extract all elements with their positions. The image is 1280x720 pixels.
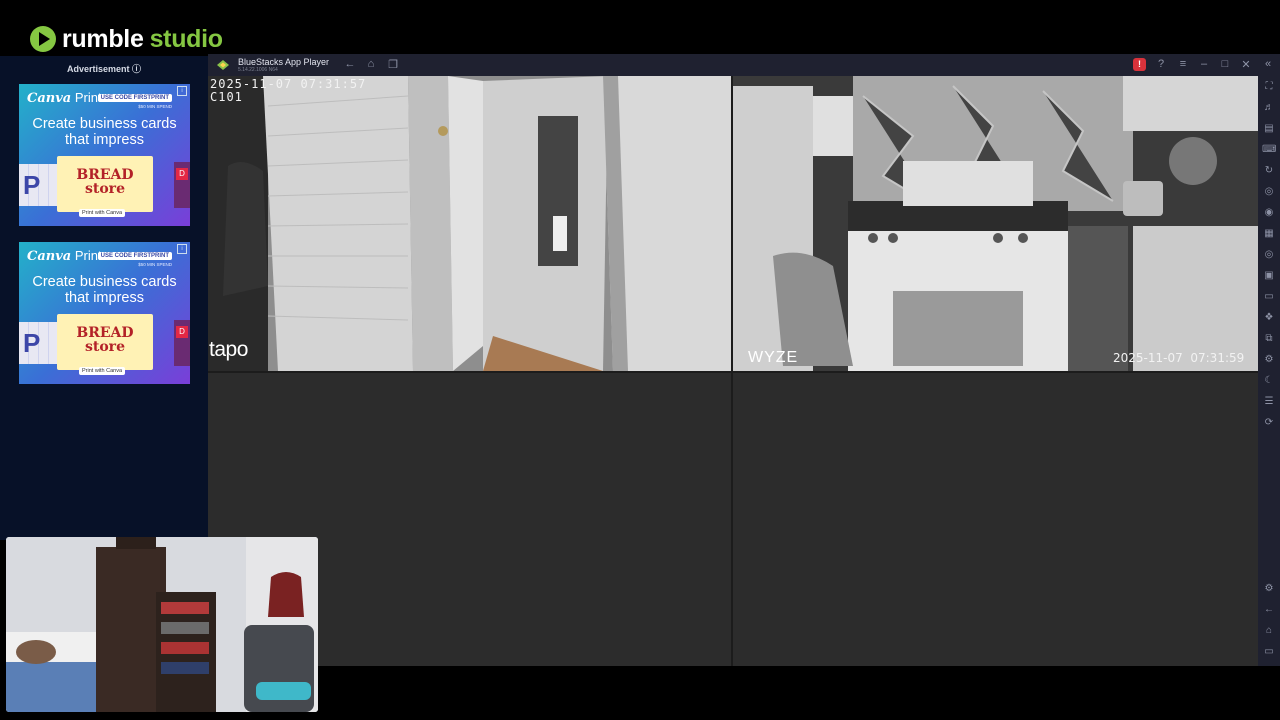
maximize-icon[interactable]: □ [1218, 58, 1232, 70]
ad-cta-button[interactable]: Print with Canva [79, 367, 126, 375]
ad-info-icon[interactable]: i [177, 244, 187, 254]
collapse-sidebar-icon[interactable]: « [1261, 58, 1275, 70]
camera-feed-1[interactable]: 2025-11-07 07:31:57 C101 tapo [208, 76, 731, 371]
ad-side-tile: D [174, 320, 190, 366]
android-recents-icon[interactable]: ▭ [1262, 645, 1276, 659]
ad-pattern-tile: P [19, 164, 57, 206]
home-icon[interactable]: ⌂ [364, 58, 378, 70]
fullscreen-icon[interactable]: ⛶ [1262, 80, 1276, 94]
location-icon[interactable]: ❖ [1262, 311, 1276, 325]
window-title: BlueStacks App Player [238, 57, 330, 67]
settings-icon[interactable]: ⚙ [1262, 582, 1276, 596]
recent-apps-icon[interactable]: ❐ [386, 58, 400, 71]
android-back-icon[interactable]: ← [1262, 603, 1276, 617]
min-spend-text: $50 MIN SPEND [138, 104, 172, 109]
ad-sample-card: BREAD store [57, 314, 153, 370]
volume-icon[interactable]: ♬ [1262, 101, 1276, 115]
camera-2-timestamp: 2025-11-07 07:31:59 [1113, 351, 1245, 365]
ad-banner-2[interactable]: i Canva Print USE CODE FIRSTPRINT $50 MI… [19, 242, 190, 384]
ad-brand: Canva Print [27, 90, 102, 106]
promo-code-badge: USE CODE FIRSTPRINT [97, 252, 172, 260]
webcam-overlay[interactable] [6, 537, 318, 712]
folder-icon[interactable]: ▭ [1262, 290, 1276, 304]
back-icon[interactable]: ← [343, 58, 357, 70]
min-spend-text: $50 MIN SPEND [138, 262, 172, 267]
macro-icon[interactable]: ⚙ [1262, 353, 1276, 367]
keyboard-icon[interactable]: ⌨ [1262, 143, 1276, 157]
ad-sample-card: BREAD store [57, 156, 153, 212]
wyze-watermark: WYZE [748, 349, 799, 366]
ad-headline: Create business cards that impress [32, 274, 177, 306]
advertisement-label: Advertisement ⓘ [66, 64, 142, 74]
help-icon[interactable]: ? [1154, 58, 1168, 70]
camera-2-image [733, 76, 1258, 371]
alert-badge[interactable]: ! [1133, 58, 1146, 71]
close-icon[interactable]: ✕ [1239, 58, 1253, 71]
eco-mode-icon[interactable]: ☾ [1262, 374, 1276, 388]
logo-word-rumble: rumble [62, 24, 144, 53]
promo-code-badge: USE CODE FIRSTPRINT [97, 94, 172, 102]
ad-cta-button[interactable]: Print with Canva [79, 209, 126, 217]
ad-pattern-tile: P [19, 322, 57, 364]
logo-word-studio: studio [149, 24, 224, 53]
multi-instance-icon[interactable]: ⧉ [1262, 332, 1276, 346]
layers-icon[interactable]: ☰ [1262, 395, 1276, 409]
bluestacks-side-toolbar: ⛶ ♬ ▤ ⌨ ↻ ◎ ◉ ▦ ◎ ▣ ▭ ❖ ⧉ ⚙ ☾ ☰ ⟳ ⚙ ← ⌂ … [1258, 76, 1280, 666]
ad-banner-1[interactable]: i Canva Print USE CODE FIRSTPRINT $50 MI… [19, 84, 190, 226]
webcam-image [6, 537, 318, 712]
ad-brand: Canva Print [27, 248, 102, 264]
ad-headline: Create business cards that impress [32, 116, 177, 148]
rotate-icon[interactable]: ↻ [1262, 164, 1276, 178]
camera-icon[interactable]: ◎ [1262, 248, 1276, 262]
version-text: 5.14.22.1006 N64 [238, 67, 278, 73]
camera-feed-2[interactable]: WYZE 2025-11-07 07:31:59 [733, 76, 1258, 371]
menu-icon[interactable]: ≡ [1176, 58, 1190, 70]
ad-info-icon[interactable]: i [177, 86, 187, 96]
gamepad-icon[interactable]: ◉ [1262, 206, 1276, 220]
camera-1-image [208, 76, 731, 371]
sync-icon[interactable]: ⟳ [1262, 416, 1276, 430]
play-logo-icon [30, 26, 56, 52]
grid-divider-horizontal [208, 371, 1258, 373]
bluestacks-logo-icon [217, 60, 229, 70]
rumble-studio-logo[interactable]: rumble studio [30, 24, 223, 54]
bluestacks-title-bar[interactable]: BlueStacks App Player 5.14.22.1006 N64 ←… [208, 54, 1280, 76]
media-manager-icon[interactable]: ▤ [1262, 122, 1276, 136]
minimize-icon[interactable]: – [1197, 58, 1211, 70]
ad-side-tile: D [174, 162, 190, 208]
shake-icon[interactable]: ◎ [1262, 185, 1276, 199]
android-home-icon[interactable]: ⌂ [1262, 624, 1276, 638]
camera-1-channel: C101 [210, 90, 243, 104]
apk-install-icon[interactable]: ▦ [1262, 227, 1276, 241]
screenshot-icon[interactable]: ▣ [1262, 269, 1276, 283]
tapo-watermark: tapo [209, 338, 248, 361]
